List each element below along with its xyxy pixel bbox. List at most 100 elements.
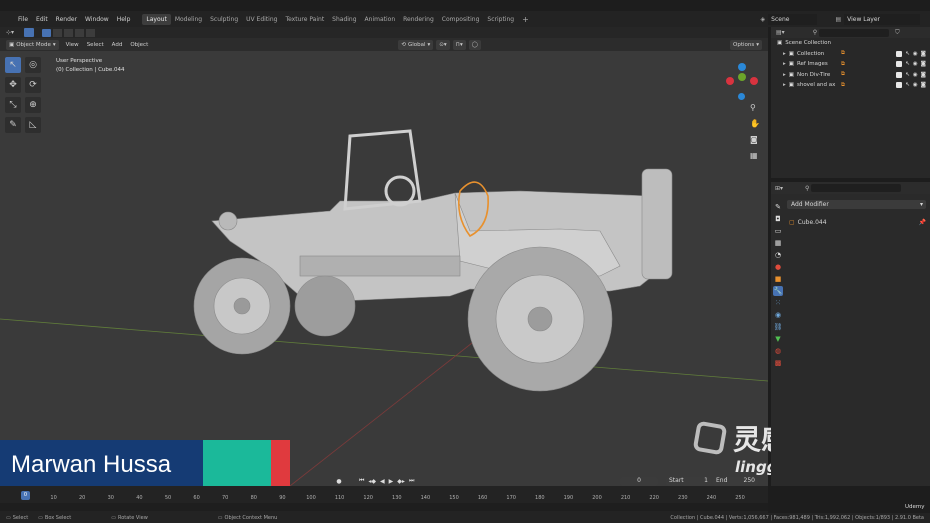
exclude-checkbox[interactable] [896, 71, 903, 78]
gizmo-neg-z-icon[interactable] [738, 93, 745, 100]
select-cursor-icon[interactable]: ↖ [5, 57, 21, 73]
outliner-root[interactable]: ▣ Scene Collection [777, 38, 930, 49]
viewport-menu-add[interactable]: Add [108, 42, 127, 48]
object-tab-icon[interactable]: ■ [773, 274, 783, 284]
viewport-menu-select[interactable]: Select [83, 42, 108, 48]
tool-tab-icon[interactable]: ✎ [773, 202, 783, 212]
menu-render[interactable]: Render [52, 16, 81, 23]
jump-end-icon[interactable]: ⏭ [407, 477, 416, 485]
tab-modeling[interactable]: Modeling [171, 14, 206, 25]
pivot-dropdown[interactable]: ⊙▾ [436, 39, 450, 50]
world-tab-icon[interactable]: ● [773, 262, 783, 272]
select-intersect-icon[interactable] [86, 28, 96, 37]
measure-icon[interactable]: ◺ [25, 117, 41, 133]
expand-arrow-icon[interactable]: ▸ [783, 61, 786, 67]
exclude-checkbox[interactable] [896, 61, 903, 68]
viewport-menu-view[interactable]: View [62, 42, 83, 48]
tab-compositing[interactable]: Compositing [438, 14, 484, 25]
view-layer-selector[interactable]: ▤ View Layer [835, 13, 920, 25]
outliner-search-input[interactable] [819, 28, 890, 37]
scale-icon[interactable]: ⤡ [5, 97, 21, 113]
timeline-ruler[interactable]: 0 10 20 30 40 50 60 70 80 90 100 110 120 130 140 150 16… [0, 488, 768, 502]
visibility-icon[interactable]: ◉ [913, 61, 918, 67]
navigation-gizmo[interactable] [722, 63, 762, 103]
tab-uv-editing[interactable]: UV Editing [242, 14, 281, 25]
tab-shading[interactable]: Shading [328, 14, 360, 25]
expand-arrow-icon[interactable]: ▸ [783, 82, 786, 88]
pin-icon[interactable]: 📌 [919, 219, 926, 226]
cursor-3d-icon[interactable]: ◎ [25, 57, 41, 73]
render-visibility-icon[interactable]: ◙ [921, 82, 926, 88]
particles-tab-icon[interactable]: ⁙ [773, 298, 783, 308]
snap-toggle[interactable]: ⊓▾ [452, 39, 466, 50]
selectable-icon[interactable]: ↖ [905, 61, 910, 67]
outliner-item[interactable]: ▸ ▣ shovel and ax ⧉ ↖ ◉ ◙ [771, 80, 930, 91]
select-subtract-icon[interactable] [64, 28, 74, 37]
jump-start-icon[interactable]: ⏮ [357, 477, 366, 485]
move-icon[interactable]: ✥ [5, 77, 21, 93]
scene-tab-icon[interactable]: ◔ [773, 250, 783, 260]
add-modifier-dropdown[interactable]: Add Modifier ▾ [787, 200, 926, 209]
visibility-icon[interactable]: ◉ [913, 82, 918, 88]
3d-viewport[interactable]: ↖ ◎ ✥ ⟳ ⤡ ⊕ ✎ ◺ User Perspective (0) Col… [0, 51, 768, 486]
exclude-checkbox[interactable] [896, 82, 903, 89]
properties-search-input[interactable] [811, 184, 902, 192]
gizmo-x-axis-icon[interactable] [750, 77, 758, 85]
select-tool-icon[interactable] [24, 28, 35, 37]
select-box-icon[interactable] [42, 28, 52, 37]
properties-editor-icon[interactable]: ⊞▾ [775, 185, 783, 192]
physics-tab-icon[interactable]: ◉ [773, 310, 783, 320]
render-visibility-icon[interactable]: ◙ [921, 51, 926, 57]
select-extend-icon[interactable] [53, 28, 63, 37]
select-invert-icon[interactable] [75, 28, 85, 37]
render-visibility-icon[interactable]: ◙ [921, 61, 926, 67]
tab-texture-paint[interactable]: Texture Paint [281, 14, 328, 25]
camera-icon[interactable]: ◙ [750, 135, 758, 144]
annotate-icon[interactable]: ✎ [5, 117, 21, 133]
timeline-track[interactable] [0, 503, 768, 511]
scene-selector[interactable]: ◈ Scene [761, 13, 818, 25]
visibility-icon[interactable]: ◉ [913, 72, 918, 78]
options-dropdown[interactable]: Options ▾ [730, 39, 762, 50]
expand-arrow-icon[interactable]: ▸ [783, 51, 786, 57]
orientation-dropdown[interactable]: ⟲ Global ▾ [398, 39, 434, 50]
end-field[interactable]: End 250 [713, 477, 758, 486]
play-icon[interactable]: ▶ [387, 478, 396, 485]
pan-icon[interactable]: ✋ [750, 119, 760, 128]
prev-keyframe-icon[interactable]: ◂◆ [366, 478, 378, 485]
output-tab-icon[interactable]: ▭ [773, 226, 783, 236]
mode-dropdown[interactable]: ▣ Object Mode ▾ [6, 39, 59, 50]
outliner-editor-icon[interactable]: ▤▾ [776, 29, 785, 36]
gizmo-z-axis-icon[interactable] [738, 63, 746, 71]
outliner-item[interactable]: ▸ ▣ Ref Images ⧉ ↖ ◉ ◙ [771, 59, 930, 70]
play-reverse-icon[interactable]: ◀ [378, 478, 387, 485]
expand-arrow-icon[interactable]: ▸ [783, 72, 786, 78]
grid-view-icon[interactable]: ▦ [750, 151, 758, 160]
material-tab-icon[interactable]: ◍ [773, 346, 783, 356]
selectable-icon[interactable]: ↖ [905, 51, 910, 57]
constraints-tab-icon[interactable]: ⛓ [773, 322, 783, 332]
next-keyframe-icon[interactable]: ◆▸ [395, 478, 407, 485]
zoom-icon[interactable]: ⚲ [750, 103, 756, 112]
viewport-menu-object[interactable]: Object [126, 42, 152, 48]
texture-tab-icon[interactable]: ▩ [773, 358, 783, 368]
add-workspace-icon[interactable]: + [522, 15, 529, 24]
tab-scripting[interactable]: Scripting [483, 14, 518, 25]
filter-icon[interactable]: ⛉ [895, 29, 900, 37]
render-visibility-icon[interactable]: ◙ [921, 72, 926, 78]
tab-layout[interactable]: Layout [142, 13, 171, 25]
rotate-icon[interactable]: ⟳ [25, 77, 41, 93]
tab-sculpting[interactable]: Sculpting [206, 14, 242, 25]
view-layer-tab-icon[interactable]: ▦ [773, 238, 783, 248]
tab-animation[interactable]: Animation [361, 14, 400, 25]
render-tab-icon[interactable]: ◘ [773, 214, 783, 224]
outliner-item[interactable]: ▸ ▣ Collection ⧉ ↖ ◉ ◙ [771, 49, 930, 60]
record-icon[interactable]: ● [335, 477, 343, 485]
selectable-icon[interactable]: ↖ [905, 82, 910, 88]
menu-file[interactable]: File [14, 16, 32, 23]
gizmo-y-axis-icon[interactable] [738, 73, 746, 81]
start-field[interactable]: Start 1 [666, 477, 711, 486]
current-frame-field[interactable]: 0 [620, 477, 658, 486]
selectable-icon[interactable]: ↖ [905, 72, 910, 78]
modifier-tab-icon[interactable]: 🔧 [773, 286, 783, 296]
